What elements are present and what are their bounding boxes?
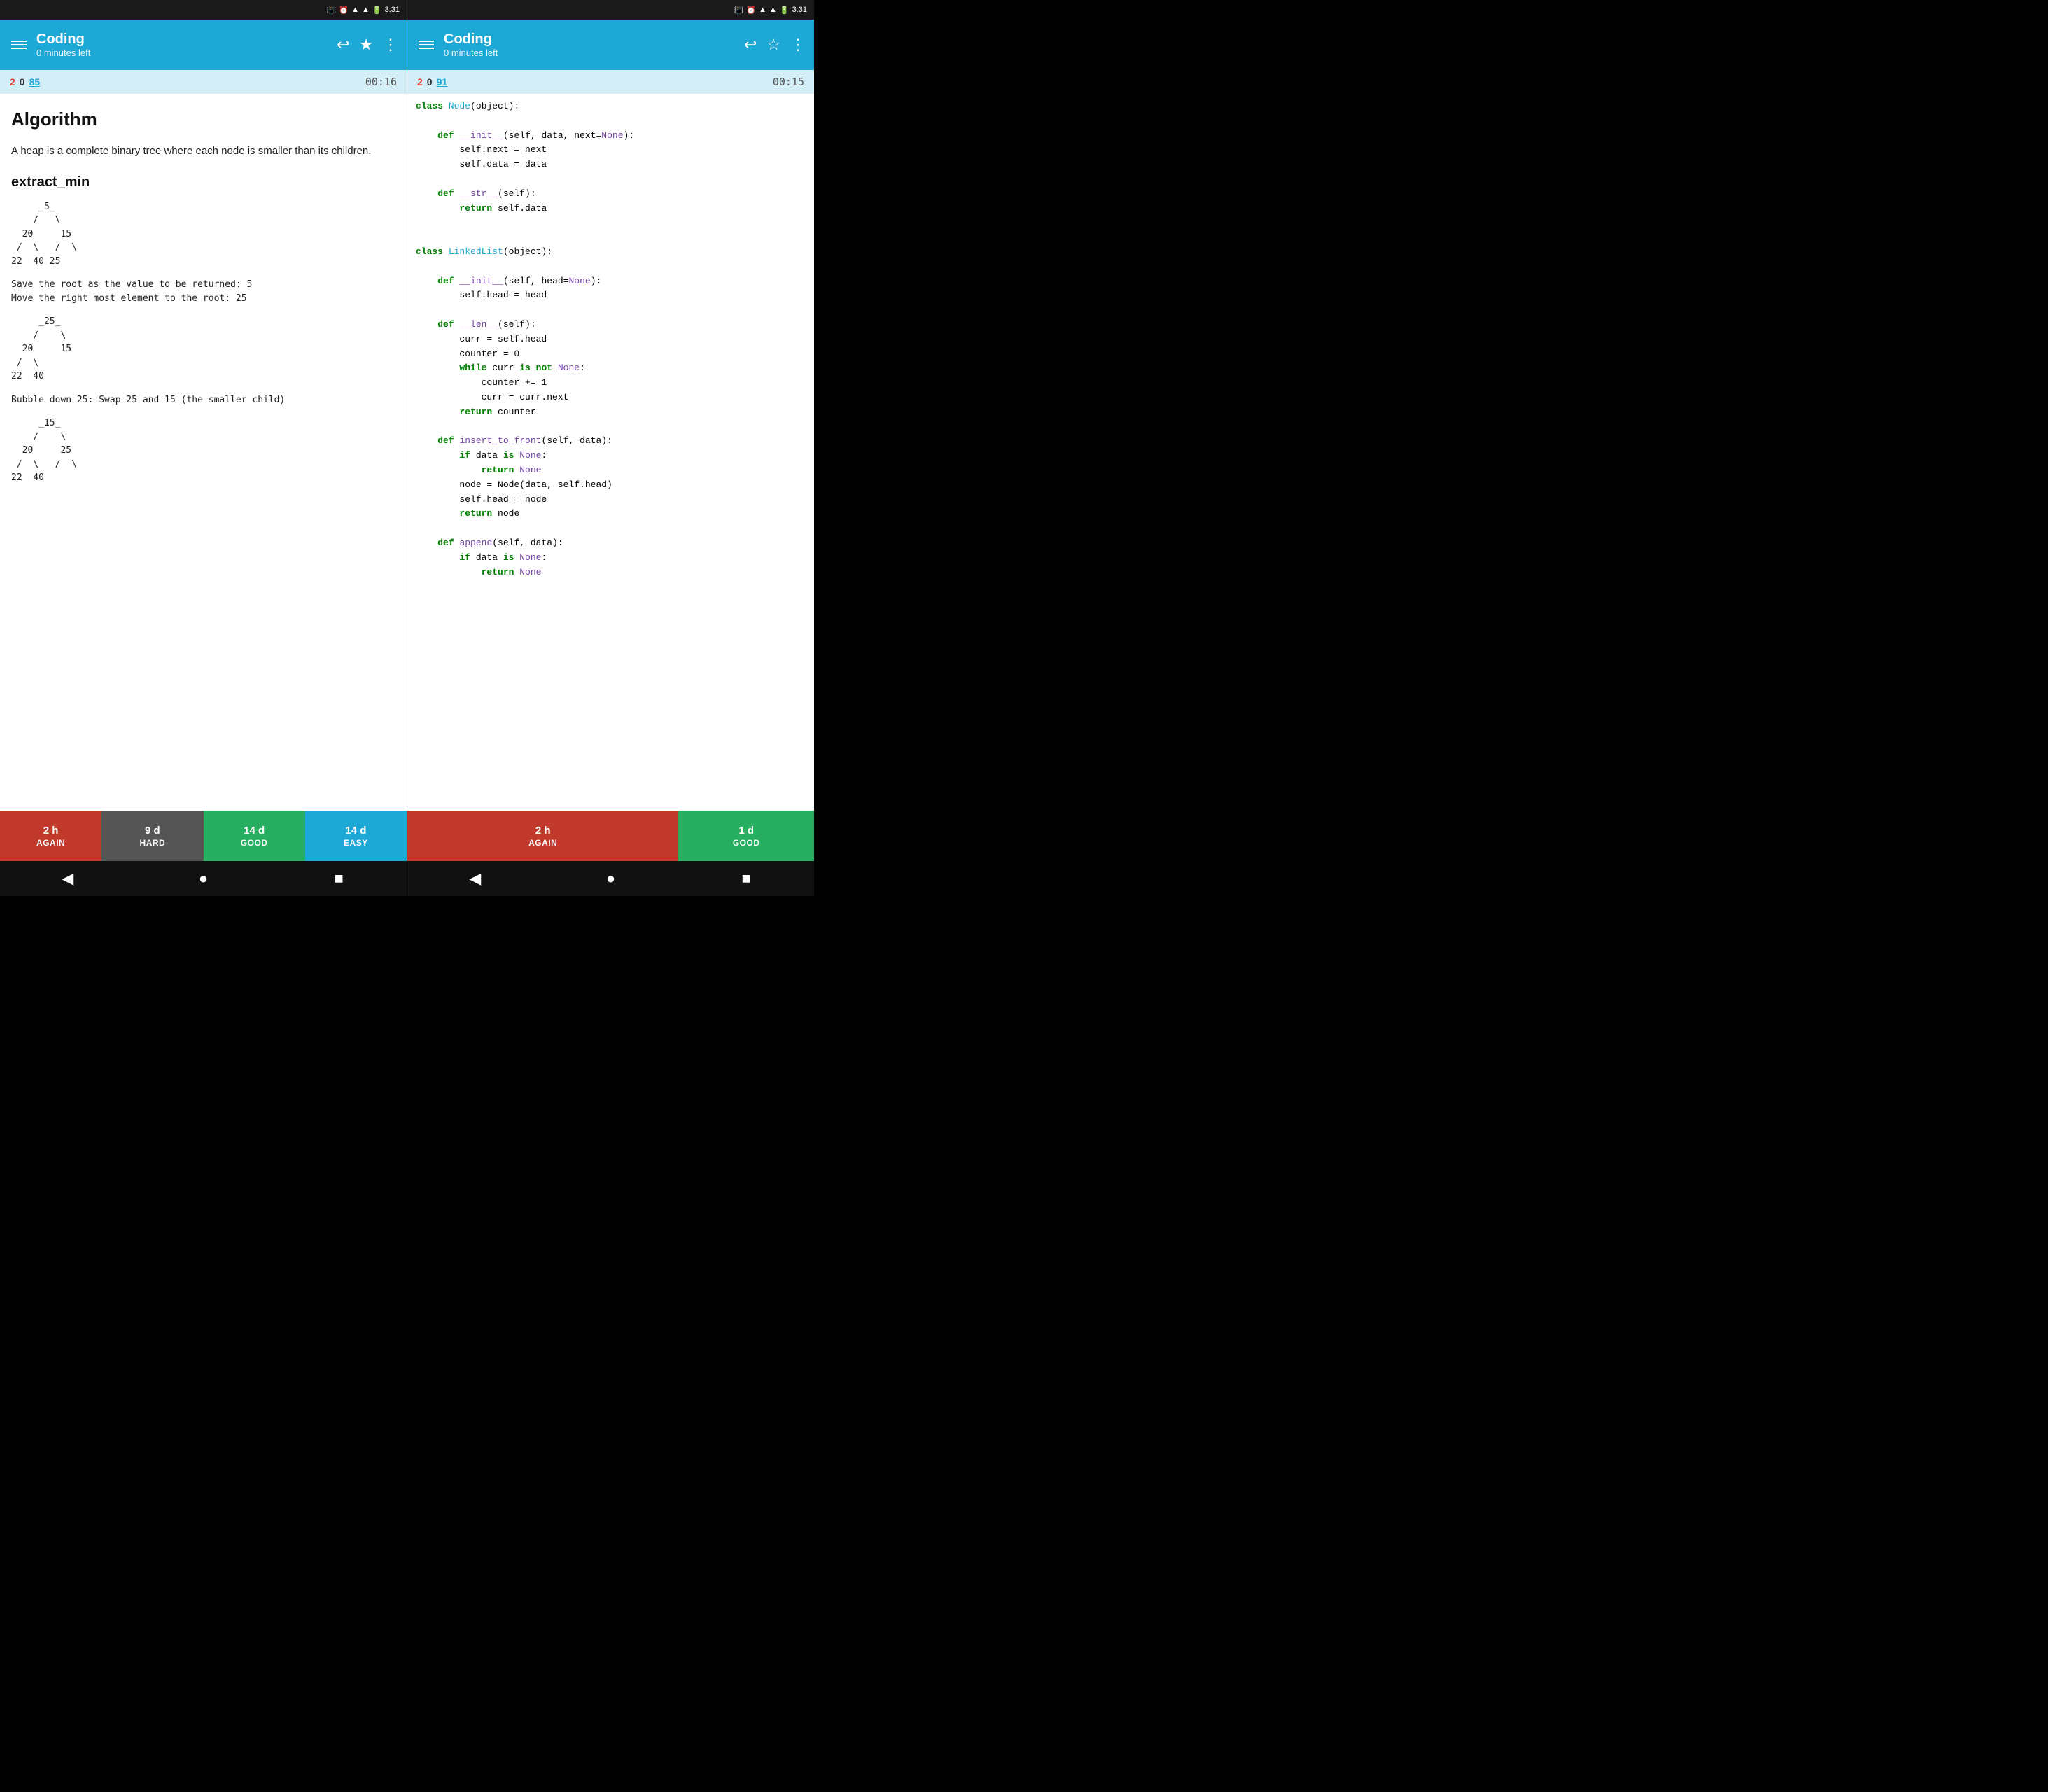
good-time-left: 14 d	[244, 825, 265, 836]
score-red-left: 2	[10, 76, 15, 88]
home-button-left[interactable]: ●	[189, 864, 217, 892]
app-subtitle-right: 0 minutes left	[444, 48, 737, 58]
vibrate-icon: 📳	[327, 6, 337, 15]
undo-button-left[interactable]: ↩	[337, 36, 349, 54]
battery-icon: 🔋	[372, 6, 382, 15]
recents-button-left[interactable]: ■	[325, 864, 353, 892]
again-button-right[interactable]: 2 h AGAIN	[407, 811, 678, 861]
top-actions-right: ↩ ☆ ⋮	[744, 36, 806, 54]
footer-buttons-right: 2 h AGAIN 1 d GOOD	[407, 811, 814, 861]
score-link-right[interactable]: 91	[437, 76, 448, 88]
content-area-left: Algorithm A heap is a complete binary tr…	[0, 94, 407, 811]
top-actions-left: ↩ ★ ⋮	[337, 36, 398, 54]
score-dark-left: 0	[20, 76, 25, 88]
battery-icon-right: 🔋	[780, 6, 790, 15]
alarm-icon: ⏰	[339, 6, 349, 15]
nav-bar-left: ◀ ● ■	[0, 861, 407, 896]
again-label-right: AGAIN	[528, 838, 557, 848]
score-dark-right: 0	[427, 76, 433, 88]
vibrate-icon-right: 📳	[734, 6, 744, 15]
good-button-left[interactable]: 14 d GOOD	[204, 811, 305, 861]
tree2: _25_ / \ 20 15 / \ 22 40	[11, 315, 395, 384]
score-red-right: 2	[417, 76, 423, 88]
tree1: _5_ / \ 20 15 / \ / \ 22 40 25	[11, 200, 395, 269]
hard-time-left: 9 d	[145, 825, 160, 836]
again-time-right: 2 h	[535, 825, 551, 836]
content-heading: Algorithm	[11, 105, 395, 134]
undo-button-right[interactable]: ↩	[744, 36, 757, 54]
hard-button-left[interactable]: 9 d HARD	[101, 811, 203, 861]
good-label-left: GOOD	[241, 838, 268, 848]
status-time: 3:31	[385, 6, 400, 14]
good-button-right[interactable]: 1 d GOOD	[678, 811, 814, 861]
home-button-right[interactable]: ●	[596, 864, 624, 892]
score-link-left[interactable]: 85	[29, 76, 41, 88]
desc2: Bubble down 25: Swap 25 and 15 (the smal…	[11, 393, 395, 407]
recents-button-right[interactable]: ■	[732, 864, 760, 892]
status-bar-right: 📳 ⏰ ▲ ▲ 🔋 3:31	[407, 0, 814, 20]
easy-time-left: 14 d	[345, 825, 366, 836]
footer-buttons-left: 2 h AGAIN 9 d HARD 14 d GOOD 14 d EASY	[0, 811, 407, 861]
left-panel: 📳 ⏰ ▲ ▲ 🔋 3:31 Coding 0 minutes left ↩ ★…	[0, 0, 407, 896]
right-panel: 📳 ⏰ ▲ ▲ 🔋 3:31 Coding 0 minutes left ↩ ☆…	[407, 0, 814, 896]
score-time-left: 00:16	[365, 76, 397, 88]
nav-bar-right: ◀ ● ■	[407, 861, 814, 896]
code-content-right: class Node(object): def __init__(self, d…	[407, 94, 814, 811]
signal-icon: ▲	[362, 6, 370, 14]
content-subheading: extract_min	[11, 171, 395, 193]
status-time-right: 3:31	[792, 6, 807, 14]
score-nums-left: 2 0 85	[10, 76, 40, 88]
again-button-left[interactable]: 2 h AGAIN	[0, 811, 101, 861]
more-button-left[interactable]: ⋮	[383, 36, 398, 54]
tree3: _15_ / \ 20 25 / \ / \ 22 40	[11, 416, 395, 485]
more-button-right[interactable]: ⋮	[790, 36, 806, 54]
hard-label-left: HARD	[140, 838, 166, 848]
wifi-icon-right: ▲	[759, 6, 766, 14]
desc1: Save the root as the value to be returne…	[11, 278, 395, 305]
star-button-left[interactable]: ★	[359, 36, 373, 54]
alarm-icon-right: ⏰	[746, 6, 756, 15]
app-title-right: Coding	[444, 31, 737, 48]
app-subtitle-left: 0 minutes left	[36, 48, 330, 58]
good-time-right: 1 d	[738, 825, 754, 836]
title-block-left: Coding 0 minutes left	[36, 31, 330, 58]
menu-button-left[interactable]	[8, 38, 29, 52]
title-block-right: Coding 0 minutes left	[444, 31, 737, 58]
again-label-left: AGAIN	[36, 838, 65, 848]
content-description: A heap is a complete binary tree where e…	[11, 143, 395, 160]
signal-icon-right: ▲	[769, 6, 777, 14]
score-bar-right: 2 0 91 00:15	[407, 70, 814, 94]
back-button-right[interactable]: ◀	[461, 864, 489, 892]
score-bar-left: 2 0 85 00:16	[0, 70, 407, 94]
menu-button-right[interactable]	[416, 38, 437, 52]
top-bar-right: Coding 0 minutes left ↩ ☆ ⋮	[407, 20, 814, 70]
score-time-right: 00:15	[773, 76, 804, 88]
again-time-left: 2 h	[43, 825, 59, 836]
top-bar-left: Coding 0 minutes left ↩ ★ ⋮	[0, 20, 407, 70]
back-button-left[interactable]: ◀	[54, 864, 82, 892]
wifi-icon: ▲	[351, 6, 359, 14]
status-bar-left: 📳 ⏰ ▲ ▲ 🔋 3:31	[0, 0, 407, 20]
easy-button-left[interactable]: 14 d EASY	[305, 811, 407, 861]
star-button-right[interactable]: ☆	[766, 36, 780, 54]
code-block: class Node(object): def __init__(self, d…	[416, 99, 806, 580]
score-nums-right: 2 0 91	[417, 76, 447, 88]
good-label-right: GOOD	[733, 838, 760, 848]
app-title-left: Coding	[36, 31, 330, 48]
easy-label-left: EASY	[344, 838, 368, 848]
